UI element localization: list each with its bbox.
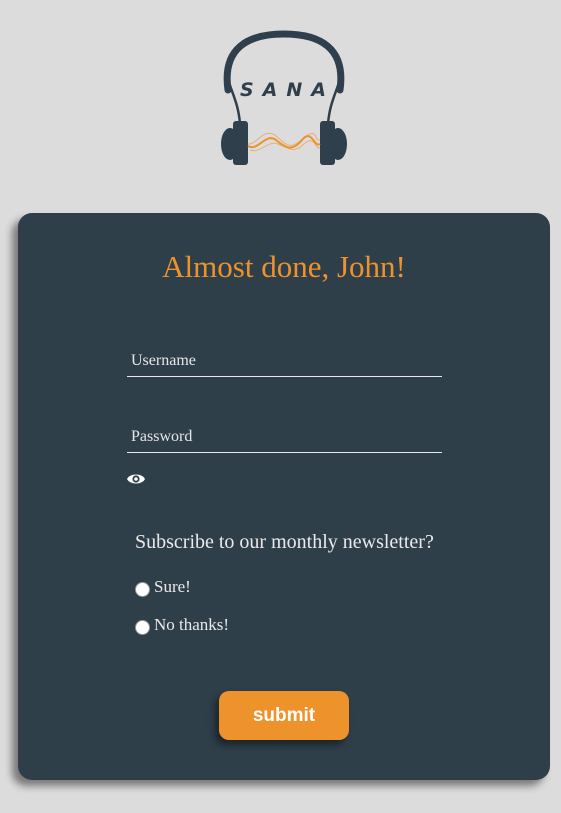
newsletter-option-no[interactable]: No thanks! [135, 615, 229, 635]
username-field-container [127, 346, 442, 377]
password-input[interactable] [127, 422, 442, 452]
option-label-sure: Sure! [154, 577, 191, 596]
sana-logo: SANA [218, 28, 350, 170]
newsletter-question: Subscribe to our monthly newsletter? [135, 531, 434, 553]
submit-button[interactable]: submit [219, 691, 349, 740]
option-label-no-thanks: No thanks! [154, 615, 230, 634]
password-field-container [127, 422, 442, 453]
page-title: Almost done, John! [162, 249, 406, 284]
username-input[interactable] [127, 346, 442, 376]
radio-no-thanks[interactable] [135, 619, 150, 635]
signup-card: Almost done, John! Subscribe to our mont… [18, 213, 550, 780]
eye-icon[interactable] [126, 471, 146, 487]
radio-sure[interactable] [135, 581, 150, 597]
newsletter-option-sure[interactable]: Sure! [135, 577, 191, 597]
logo-text: SANA [240, 79, 335, 101]
